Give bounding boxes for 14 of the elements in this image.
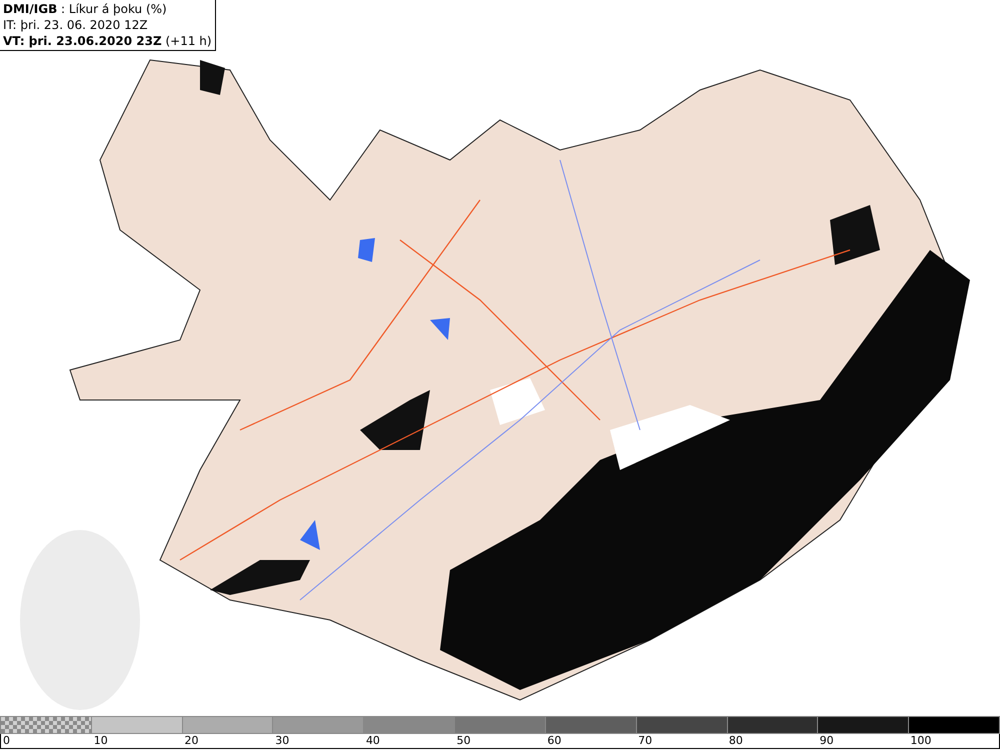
legend-label: 60 <box>547 734 562 748</box>
legend-label: 30 <box>275 734 290 748</box>
header-text: DMI/IGB : Líkur á þoku (%) <box>3 1 168 17</box>
legend-label: 70 <box>638 734 652 748</box>
legend-label: 20 <box>184 734 198 748</box>
header-text: VT: þri. 23.06.2020 23Z (+11 h) <box>3 33 212 49</box>
legend-label: 50 <box>456 734 471 748</box>
legend-label: 10 <box>94 734 108 748</box>
legend-label: 100 <box>910 734 932 748</box>
legend-label: 0 <box>3 734 10 748</box>
legend-label: 40 <box>366 734 380 748</box>
legend-label: 90 <box>820 734 834 748</box>
legend-label: 80 <box>728 734 743 748</box>
header-text: IT: þri. 23. 06. 2020 12Z <box>3 17 149 33</box>
